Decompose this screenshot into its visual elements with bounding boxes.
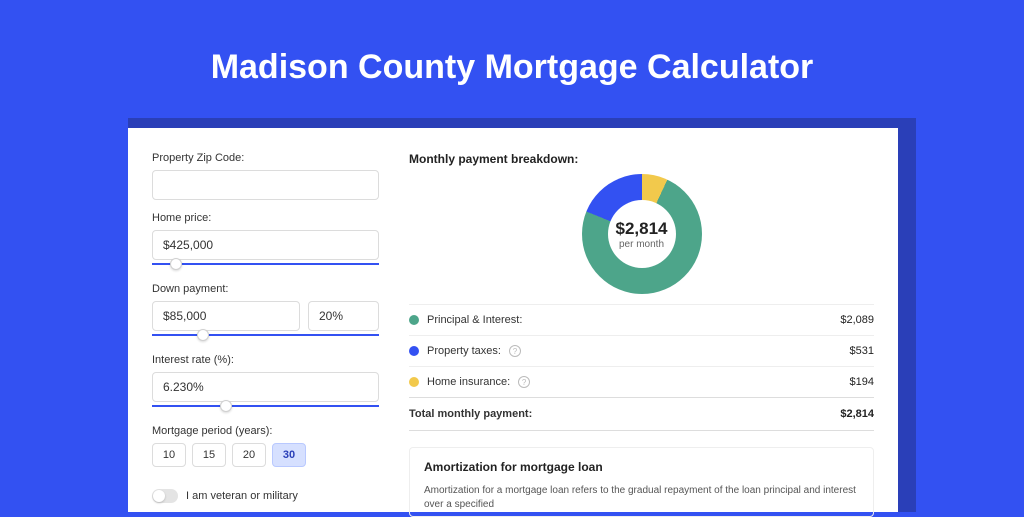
slider-track bbox=[152, 334, 379, 336]
line-value: $194 bbox=[850, 376, 874, 388]
payment-donut-chart: $2,814 per month bbox=[582, 174, 702, 294]
period-option-10[interactable]: 10 bbox=[152, 443, 186, 467]
home-price-label: Home price: bbox=[152, 212, 379, 224]
calculator-card: Property Zip Code: Home price: Down paym… bbox=[128, 128, 898, 512]
line-label: Home insurance: bbox=[427, 376, 510, 388]
zip-input[interactable] bbox=[152, 170, 379, 200]
period-option-20[interactable]: 20 bbox=[232, 443, 266, 467]
period-options: 10 15 20 30 bbox=[152, 443, 379, 467]
line-value: $531 bbox=[850, 345, 874, 357]
swatch-green-icon bbox=[409, 315, 419, 325]
swatch-blue-icon bbox=[409, 346, 419, 356]
page-title: Madison County Mortgage Calculator bbox=[0, 0, 1024, 111]
down-payment-percent-input[interactable] bbox=[308, 301, 379, 331]
line-home-insurance: Home insurance: ? $194 bbox=[409, 366, 874, 397]
line-principal-interest: Principal & Interest: $2,089 bbox=[409, 304, 874, 335]
breakdown-title: Monthly payment breakdown: bbox=[409, 152, 874, 166]
zip-label: Property Zip Code: bbox=[152, 152, 379, 164]
slider-track bbox=[152, 263, 379, 265]
line-value: $2,089 bbox=[840, 314, 874, 326]
total-label: Total monthly payment: bbox=[409, 408, 532, 420]
home-price-input[interactable] bbox=[152, 230, 379, 260]
breakdown-column: Monthly payment breakdown: $2,814 per mo… bbox=[393, 128, 898, 512]
slider-thumb[interactable] bbox=[220, 400, 232, 412]
down-payment-slider[interactable] bbox=[152, 330, 379, 342]
line-total: Total monthly payment: $2,814 bbox=[409, 397, 874, 431]
amortization-title: Amortization for mortgage loan bbox=[424, 460, 859, 474]
amortization-text: Amortization for a mortgage loan refers … bbox=[424, 484, 859, 512]
line-property-taxes: Property taxes: ? $531 bbox=[409, 335, 874, 366]
slider-track bbox=[152, 405, 379, 407]
donut-subtext: per month bbox=[619, 239, 664, 250]
period-label: Mortgage period (years): bbox=[152, 425, 379, 437]
help-icon[interactable]: ? bbox=[518, 376, 530, 388]
donut-amount: $2,814 bbox=[616, 219, 668, 239]
down-payment-label: Down payment: bbox=[152, 283, 379, 295]
veteran-label: I am veteran or military bbox=[186, 490, 298, 502]
interest-rate-slider[interactable] bbox=[152, 401, 379, 413]
swatch-yellow-icon bbox=[409, 377, 419, 387]
slider-thumb[interactable] bbox=[170, 258, 182, 270]
slider-thumb[interactable] bbox=[197, 329, 209, 341]
period-option-30[interactable]: 30 bbox=[272, 443, 306, 467]
form-column: Property Zip Code: Home price: Down paym… bbox=[128, 128, 393, 512]
home-price-slider[interactable] bbox=[152, 259, 379, 271]
interest-rate-input[interactable] bbox=[152, 372, 379, 402]
amortization-box: Amortization for mortgage loan Amortizat… bbox=[409, 447, 874, 517]
down-payment-amount-input[interactable] bbox=[152, 301, 300, 331]
interest-rate-label: Interest rate (%): bbox=[152, 354, 379, 366]
line-label: Principal & Interest: bbox=[427, 314, 522, 326]
veteran-toggle[interactable] bbox=[152, 489, 178, 503]
help-icon[interactable]: ? bbox=[509, 345, 521, 357]
line-label: Property taxes: bbox=[427, 345, 501, 357]
total-value: $2,814 bbox=[840, 408, 874, 420]
period-option-15[interactable]: 15 bbox=[192, 443, 226, 467]
